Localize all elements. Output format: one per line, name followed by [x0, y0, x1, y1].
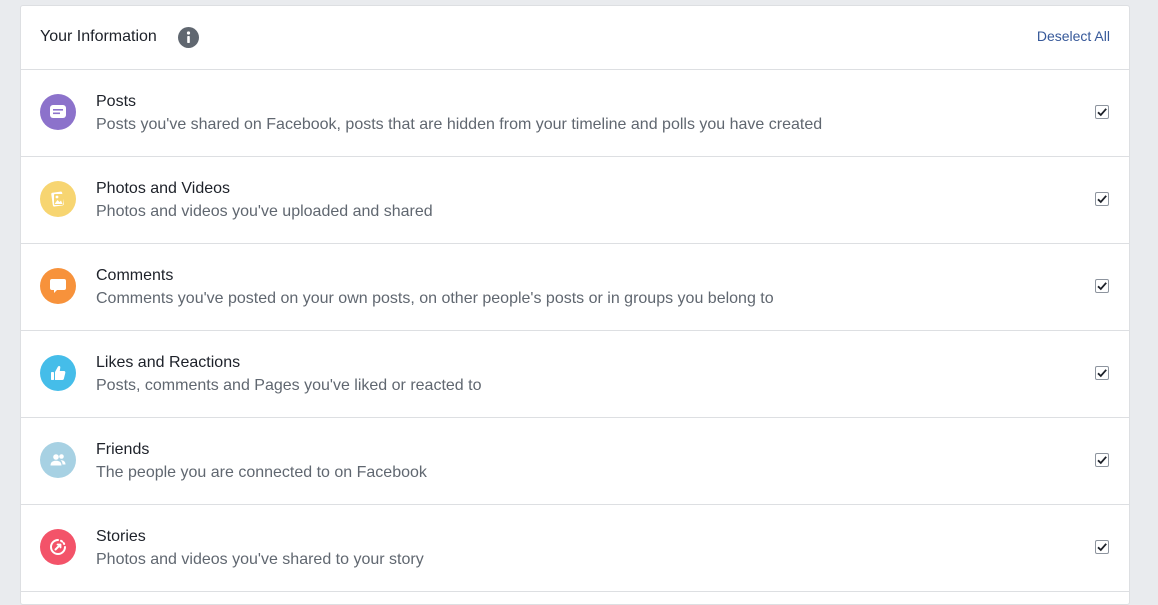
item-description: Comments you've posted on your own posts… [96, 290, 774, 307]
stories-icon [40, 529, 76, 565]
your-information-panel: Your Information Deselect All Posts Post… [20, 5, 1130, 605]
item-description: The people you are connected to on Faceb… [96, 464, 427, 481]
friends-icon [40, 442, 76, 478]
checkmark-icon [1097, 369, 1107, 378]
item-title: Posts [96, 93, 137, 110]
item-title: Comments [96, 267, 174, 284]
info-icon[interactable] [178, 27, 199, 48]
comments-checkbox[interactable] [1095, 279, 1109, 293]
item-description: Photos and videos you've shared to your … [96, 551, 424, 568]
item-title: Stories [96, 528, 146, 545]
checkmark-icon [1097, 543, 1107, 552]
checkmark-icon [1097, 456, 1107, 465]
deselect-all-link[interactable]: Deselect All [1037, 28, 1110, 44]
panel-title: Your Information [40, 28, 157, 45]
list-item-likes-and-reactions[interactable]: Likes and Reactions Posts, comments and … [21, 331, 1129, 418]
comments-icon [40, 268, 76, 304]
list-item-posts[interactable]: Posts Posts you've shared on Facebook, p… [21, 70, 1129, 157]
item-description: Photos and videos you've uploaded and sh… [96, 203, 433, 220]
item-title: Friends [96, 441, 150, 458]
panel-header: Your Information Deselect All [21, 6, 1129, 70]
checkmark-icon [1097, 282, 1107, 291]
posts-icon [40, 94, 76, 130]
stories-checkbox[interactable] [1095, 540, 1109, 554]
photos-icon [40, 181, 76, 217]
list-item-friends[interactable]: Friends The people you are connected to … [21, 418, 1129, 505]
list-item-comments[interactable]: Comments Comments you've posted on your … [21, 244, 1129, 331]
item-title: Photos and Videos [96, 180, 231, 197]
posts-checkbox[interactable] [1095, 105, 1109, 119]
friends-checkbox[interactable] [1095, 453, 1109, 467]
item-description: Posts you've shared on Facebook, posts t… [96, 116, 823, 133]
checkmark-icon [1097, 108, 1107, 117]
checkmark-icon [1097, 195, 1107, 204]
photos-checkbox[interactable] [1095, 192, 1109, 206]
list-item-photos-and-videos[interactable]: Photos and Videos Photos and videos you'… [21, 157, 1129, 244]
item-title: Likes and Reactions [96, 354, 241, 371]
likes-icon [40, 355, 76, 391]
list-item-stories[interactable]: Stories Photos and videos you've shared … [21, 505, 1129, 592]
likes-checkbox[interactable] [1095, 366, 1109, 380]
item-description: Posts, comments and Pages you've liked o… [96, 377, 482, 394]
